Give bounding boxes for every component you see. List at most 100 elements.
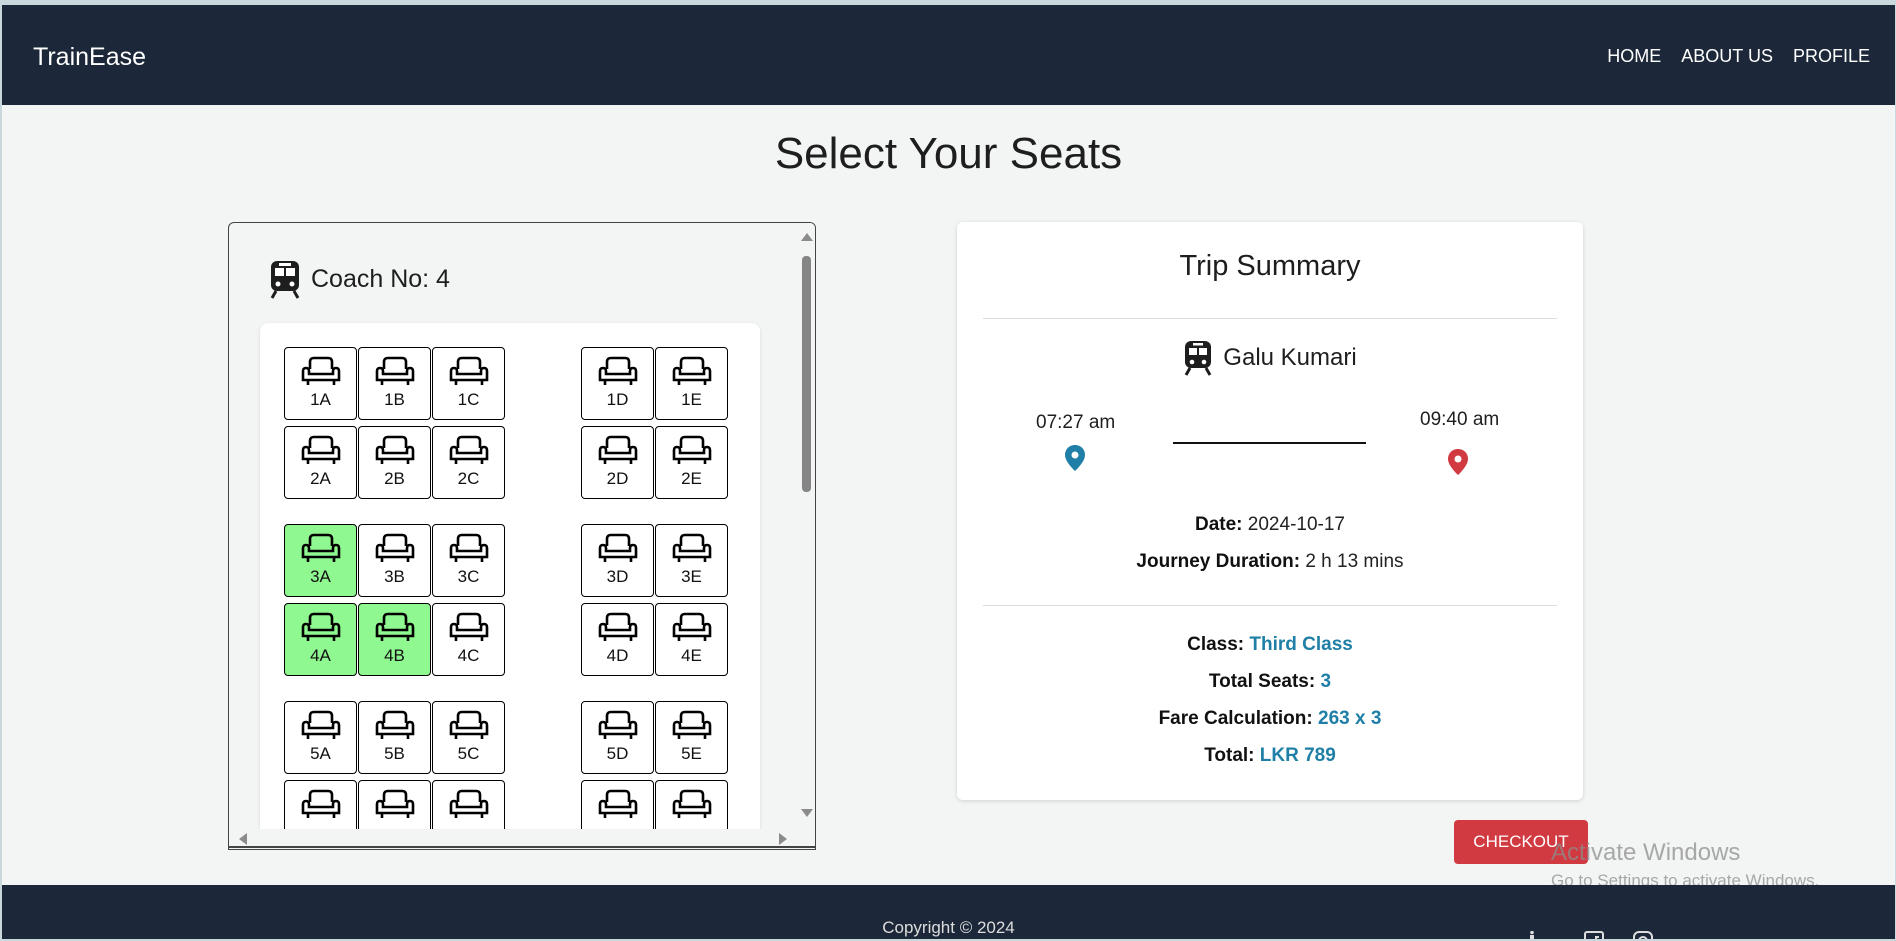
seat-label: 1C <box>457 390 480 409</box>
departure-time: 07:27 am <box>1036 412 1116 433</box>
total-seats-value: 3 <box>1320 671 1332 692</box>
trip-summary-title: Trip Summary <box>1179 250 1361 282</box>
seat[interactable]: 4C <box>432 603 505 676</box>
seat-icon <box>672 533 711 562</box>
seat-icon <box>375 710 414 739</box>
instagram-icon[interactable] <box>1633 931 1653 939</box>
seat-icon <box>449 612 488 641</box>
seat[interactable]: 5A <box>284 701 357 774</box>
scroll-left-icon[interactable] <box>239 833 247 845</box>
seat-icon <box>375 789 414 818</box>
summary-divider <box>983 605 1557 606</box>
seat-icon <box>598 789 637 818</box>
seat[interactable]: 1E <box>655 347 728 420</box>
seat-label: 3D <box>606 567 629 586</box>
seat[interactable]: 4D <box>581 603 654 676</box>
seat-icon <box>301 356 340 385</box>
seat-icon <box>375 612 414 641</box>
date-row: Date: 2024-10-17 <box>957 514 1583 536</box>
seat-label: 5E <box>681 744 702 763</box>
nav-home[interactable]: HOME <box>1607 46 1661 67</box>
scroll-down-icon[interactable] <box>801 809 813 817</box>
seat[interactable]: 5B <box>358 701 431 774</box>
nav-about-us[interactable]: ABOUT US <box>1681 46 1773 67</box>
route-line <box>1173 442 1366 444</box>
seat[interactable]: 3E <box>655 524 728 597</box>
seat[interactable]: 3D <box>581 524 654 597</box>
seat[interactable]: 5E <box>655 701 728 774</box>
train-icon <box>1184 341 1212 376</box>
total-label: Total: <box>1204 745 1255 766</box>
coach-number: Coach No: 4 <box>311 264 450 293</box>
horizontal-scrollbar[interactable] <box>229 829 815 849</box>
total-seats-label: Total Seats: <box>1208 671 1316 692</box>
seat-map: 1A 1B 1C 1D 1E 2A 2B 2C 2D 2E 3A 3B 3C 3D 3E 4A 4B 4C 4D 4E… <box>260 323 760 849</box>
footer: Copyright © 2024 <box>2 885 1895 939</box>
destination-pin-icon <box>1448 449 1468 475</box>
linkedin-icon[interactable] <box>1528 931 1548 939</box>
seat-icon <box>598 710 637 739</box>
seat[interactable]: 3B <box>358 524 431 597</box>
coach-panel: Coach No: 4 1A 1B 1C 1D 1E 2A 2B 2C 2D 2E 3A 3B 3C 3D… <box>228 222 816 850</box>
seat[interactable]: 1B <box>358 347 431 420</box>
scroll-track <box>229 846 815 848</box>
seat-label: 2B <box>384 469 405 488</box>
app-frame: TrainEase HOME ABOUT US PROFILE Select Y… <box>2 5 1895 939</box>
seat[interactable]: 5C <box>432 701 505 774</box>
seat-label: 4C <box>457 646 480 665</box>
seat-label: 3B <box>384 567 405 586</box>
seat-label: 1A <box>310 390 331 409</box>
scroll-up-icon[interactable] <box>801 233 813 241</box>
seat[interactable]: 2C <box>432 426 505 499</box>
seat[interactable]: 2D <box>581 426 654 499</box>
brand-logo[interactable]: TrainEase <box>33 43 146 72</box>
seat-icon <box>598 612 637 641</box>
seat-label: 3A <box>310 567 331 586</box>
train-name: Galu Kumari <box>1223 344 1357 371</box>
seat[interactable]: 5D <box>581 701 654 774</box>
facebook-icon[interactable] <box>1584 931 1604 939</box>
seat-icon <box>301 533 340 562</box>
seat-icon <box>672 612 711 641</box>
seat[interactable]: 4B <box>358 603 431 676</box>
seat-icon <box>598 533 637 562</box>
seat-icon <box>449 533 488 562</box>
seat[interactable]: 1A <box>284 347 357 420</box>
seat-label: 2D <box>606 469 629 488</box>
total-row: Total: LKR 789 <box>957 745 1583 767</box>
seat[interactable]: 2A <box>284 426 357 499</box>
scroll-thumb[interactable] <box>802 256 811 492</box>
seat[interactable]: 3C <box>432 524 505 597</box>
seat[interactable]: 1D <box>581 347 654 420</box>
class-label: Class: <box>1187 634 1245 655</box>
duration-label: Journey Duration: <box>1136 551 1301 572</box>
seat-label: 1E <box>681 390 702 409</box>
seat[interactable]: 4E <box>655 603 728 676</box>
nav-links: HOME ABOUT US PROFILE <box>1607 46 1870 67</box>
nav-profile[interactable]: PROFILE <box>1793 46 1870 67</box>
seat-label: 5B <box>384 744 405 763</box>
seat[interactable]: 2B <box>358 426 431 499</box>
seat[interactable]: 3A <box>284 524 357 597</box>
seat-icon <box>301 710 340 739</box>
seat[interactable]: 2E <box>655 426 728 499</box>
class-row: Class: Third Class <box>957 634 1583 656</box>
trip-summary-card: Trip Summary Galu Kumari 07:27 am 09:40 … <box>957 222 1583 800</box>
train-row: Galu Kumari <box>957 340 1583 376</box>
duration-row: Journey Duration: 2 h 13 mins <box>957 551 1583 573</box>
seat-icon <box>672 710 711 739</box>
seat-label: 5D <box>606 744 629 763</box>
total-value: LKR 789 <box>1259 745 1336 766</box>
seat-label: 3E <box>681 567 702 586</box>
seat-label: 1D <box>606 390 629 409</box>
seat[interactable]: 1C <box>432 347 505 420</box>
seat-label: 4D <box>606 646 629 665</box>
seat-icon <box>672 435 711 464</box>
seat[interactable]: 4A <box>284 603 357 676</box>
fare-value: 263 x 3 <box>1318 708 1382 729</box>
fare-label: Fare Calculation: <box>1158 708 1313 729</box>
vertical-scrollbar[interactable] <box>797 223 815 829</box>
train-icon <box>270 261 300 299</box>
scroll-right-icon[interactable] <box>779 833 787 845</box>
seat-label: 2C <box>457 469 480 488</box>
